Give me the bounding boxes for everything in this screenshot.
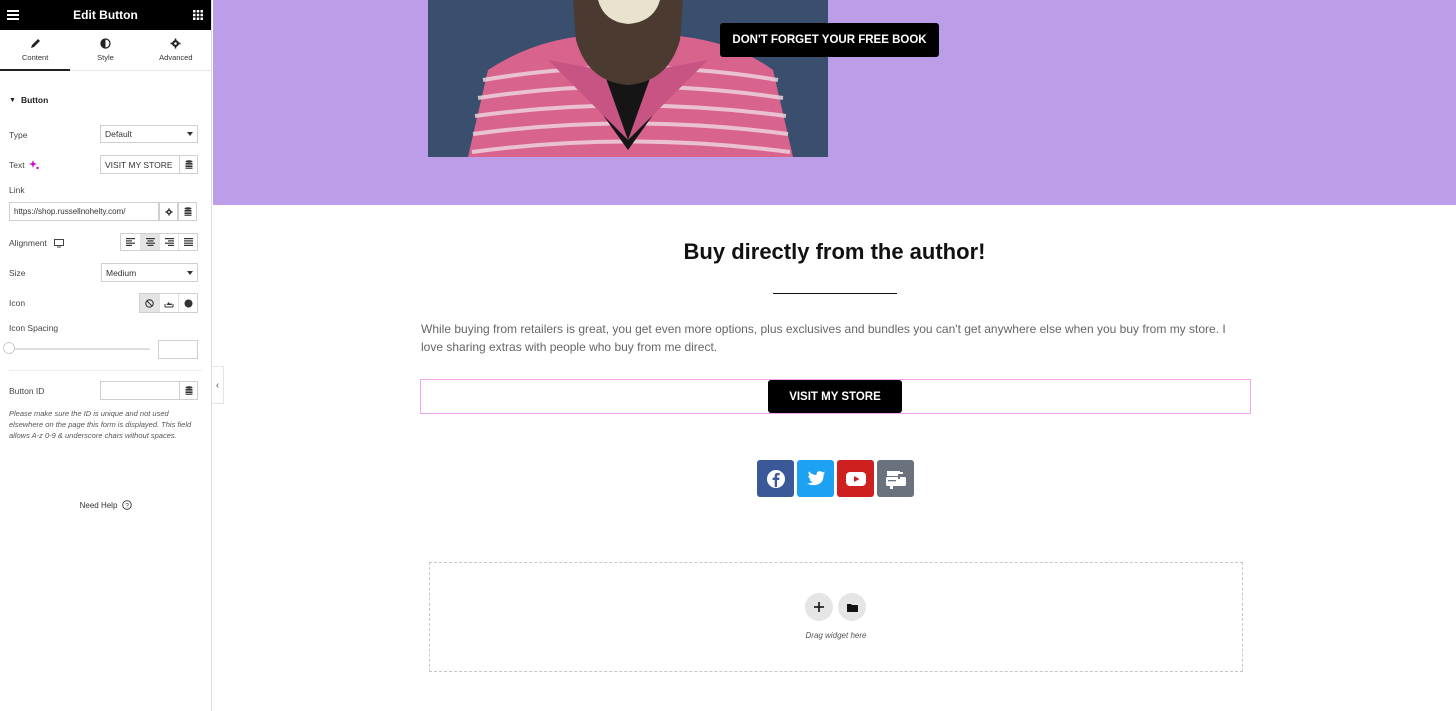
icon-label: Icon bbox=[9, 298, 26, 308]
align-right-icon bbox=[164, 238, 174, 246]
mailbox-button[interactable] bbox=[877, 460, 914, 497]
section-toggle-button[interactable]: ▼ Button bbox=[9, 95, 48, 105]
align-justify-icon bbox=[183, 238, 193, 246]
section-heading: Buy directly from the author! bbox=[683, 239, 986, 264]
chevron-down-icon bbox=[187, 270, 193, 275]
plus-icon bbox=[814, 602, 824, 612]
tab-advanced[interactable]: Advanced bbox=[141, 30, 211, 70]
hamburger-menu-icon[interactable] bbox=[6, 8, 20, 22]
align-center-icon bbox=[145, 238, 155, 246]
link-options-button[interactable] bbox=[159, 202, 178, 221]
tab-style[interactable]: Style bbox=[70, 30, 140, 70]
half-circle-icon bbox=[100, 38, 111, 49]
add-section-button[interactable] bbox=[805, 593, 833, 621]
type-label: Type bbox=[9, 130, 28, 140]
editor-panel: Edit Button Content Style Advanced ▼ But… bbox=[0, 0, 212, 711]
chevron-left-icon: ‹ bbox=[215, 379, 220, 391]
youtube-button[interactable] bbox=[837, 460, 874, 497]
dynamic-tags-button[interactable] bbox=[179, 155, 198, 174]
size-label: Size bbox=[9, 268, 26, 278]
store-description: While buying from retailers is great, yo… bbox=[421, 322, 1226, 354]
gear-icon bbox=[164, 207, 173, 216]
button-text-input[interactable]: VISIT MY STORE bbox=[100, 155, 179, 174]
type-select[interactable]: Default bbox=[100, 125, 198, 143]
size-select[interactable]: Medium bbox=[101, 263, 198, 282]
pencil-icon bbox=[30, 39, 40, 48]
upload-icon bbox=[164, 301, 174, 307]
panel-header: Edit Button bbox=[0, 0, 211, 30]
add-template-button[interactable] bbox=[838, 593, 866, 621]
free-book-button[interactable]: DON'T FORGET YOUR FREE BOOK bbox=[720, 23, 939, 57]
slider-handle[interactable] bbox=[3, 342, 15, 354]
link-input[interactable]: https://shop.russellnohelty.com/ bbox=[9, 202, 159, 221]
database-icon bbox=[185, 160, 192, 169]
align-justify-button[interactable] bbox=[178, 234, 197, 250]
visit-store-button[interactable]: VISIT MY STORE bbox=[768, 380, 902, 413]
button-id-input[interactable] bbox=[100, 381, 179, 400]
twitter-icon bbox=[806, 470, 825, 485]
folder-icon bbox=[846, 603, 858, 612]
facebook-button[interactable] bbox=[757, 460, 794, 497]
ai-sparkle-icon[interactable] bbox=[28, 160, 39, 170]
database-icon bbox=[184, 207, 191, 216]
chevron-down-icon bbox=[187, 132, 193, 136]
facebook-icon bbox=[766, 469, 785, 488]
align-left-button[interactable] bbox=[121, 234, 140, 250]
button-id-note: Please make sure the ID is unique and no… bbox=[9, 409, 192, 440]
question-circle-icon: ? bbox=[122, 500, 133, 510]
mailbox-icon bbox=[885, 470, 906, 489]
icon-upload-button[interactable] bbox=[159, 294, 178, 312]
icon-choice-control bbox=[139, 293, 198, 313]
link-label: Link bbox=[9, 185, 25, 195]
twitter-button[interactable] bbox=[797, 460, 834, 497]
collapse-panel-button[interactable]: ‹ bbox=[212, 366, 224, 404]
align-center-button[interactable] bbox=[140, 234, 159, 250]
panel-tabs: Content Style Advanced bbox=[0, 30, 211, 71]
svg-text:?: ? bbox=[126, 502, 130, 509]
button-id-dynamic-tags-button[interactable] bbox=[179, 381, 198, 400]
tab-content[interactable]: Content bbox=[0, 30, 71, 71]
icon-spacing-input[interactable] bbox=[158, 340, 198, 359]
caret-down-icon: ▼ bbox=[9, 96, 16, 104]
align-right-button[interactable] bbox=[159, 234, 178, 250]
button-id-label: Button ID bbox=[9, 386, 45, 396]
ban-icon bbox=[145, 298, 154, 308]
grid-icon[interactable] bbox=[191, 8, 205, 22]
text-label: Text bbox=[9, 160, 39, 170]
icon-spacing-label: Icon Spacing bbox=[9, 323, 59, 333]
align-left-icon bbox=[126, 238, 135, 246]
drag-widget-hint: Drag widget here bbox=[805, 631, 867, 640]
database-icon bbox=[185, 386, 192, 395]
icon-spacing-slider[interactable] bbox=[12, 348, 150, 350]
heading-divider bbox=[773, 293, 897, 294]
gear-icon bbox=[170, 38, 181, 49]
link-dynamic-tags-button[interactable] bbox=[178, 202, 197, 221]
icon-library-button[interactable] bbox=[178, 294, 197, 312]
panel-title: Edit Button bbox=[73, 8, 138, 22]
alignment-label: Alignment bbox=[9, 238, 64, 248]
youtube-icon bbox=[845, 471, 866, 486]
circle-icon bbox=[184, 299, 192, 307]
desktop-icon[interactable] bbox=[53, 238, 64, 248]
divider bbox=[9, 370, 202, 371]
icon-none-button[interactable] bbox=[140, 294, 159, 312]
alignment-control bbox=[120, 233, 198, 251]
need-help-link[interactable]: Need Help ? bbox=[0, 500, 212, 510]
empty-drop-zone[interactable]: Drag widget here bbox=[429, 562, 1243, 672]
